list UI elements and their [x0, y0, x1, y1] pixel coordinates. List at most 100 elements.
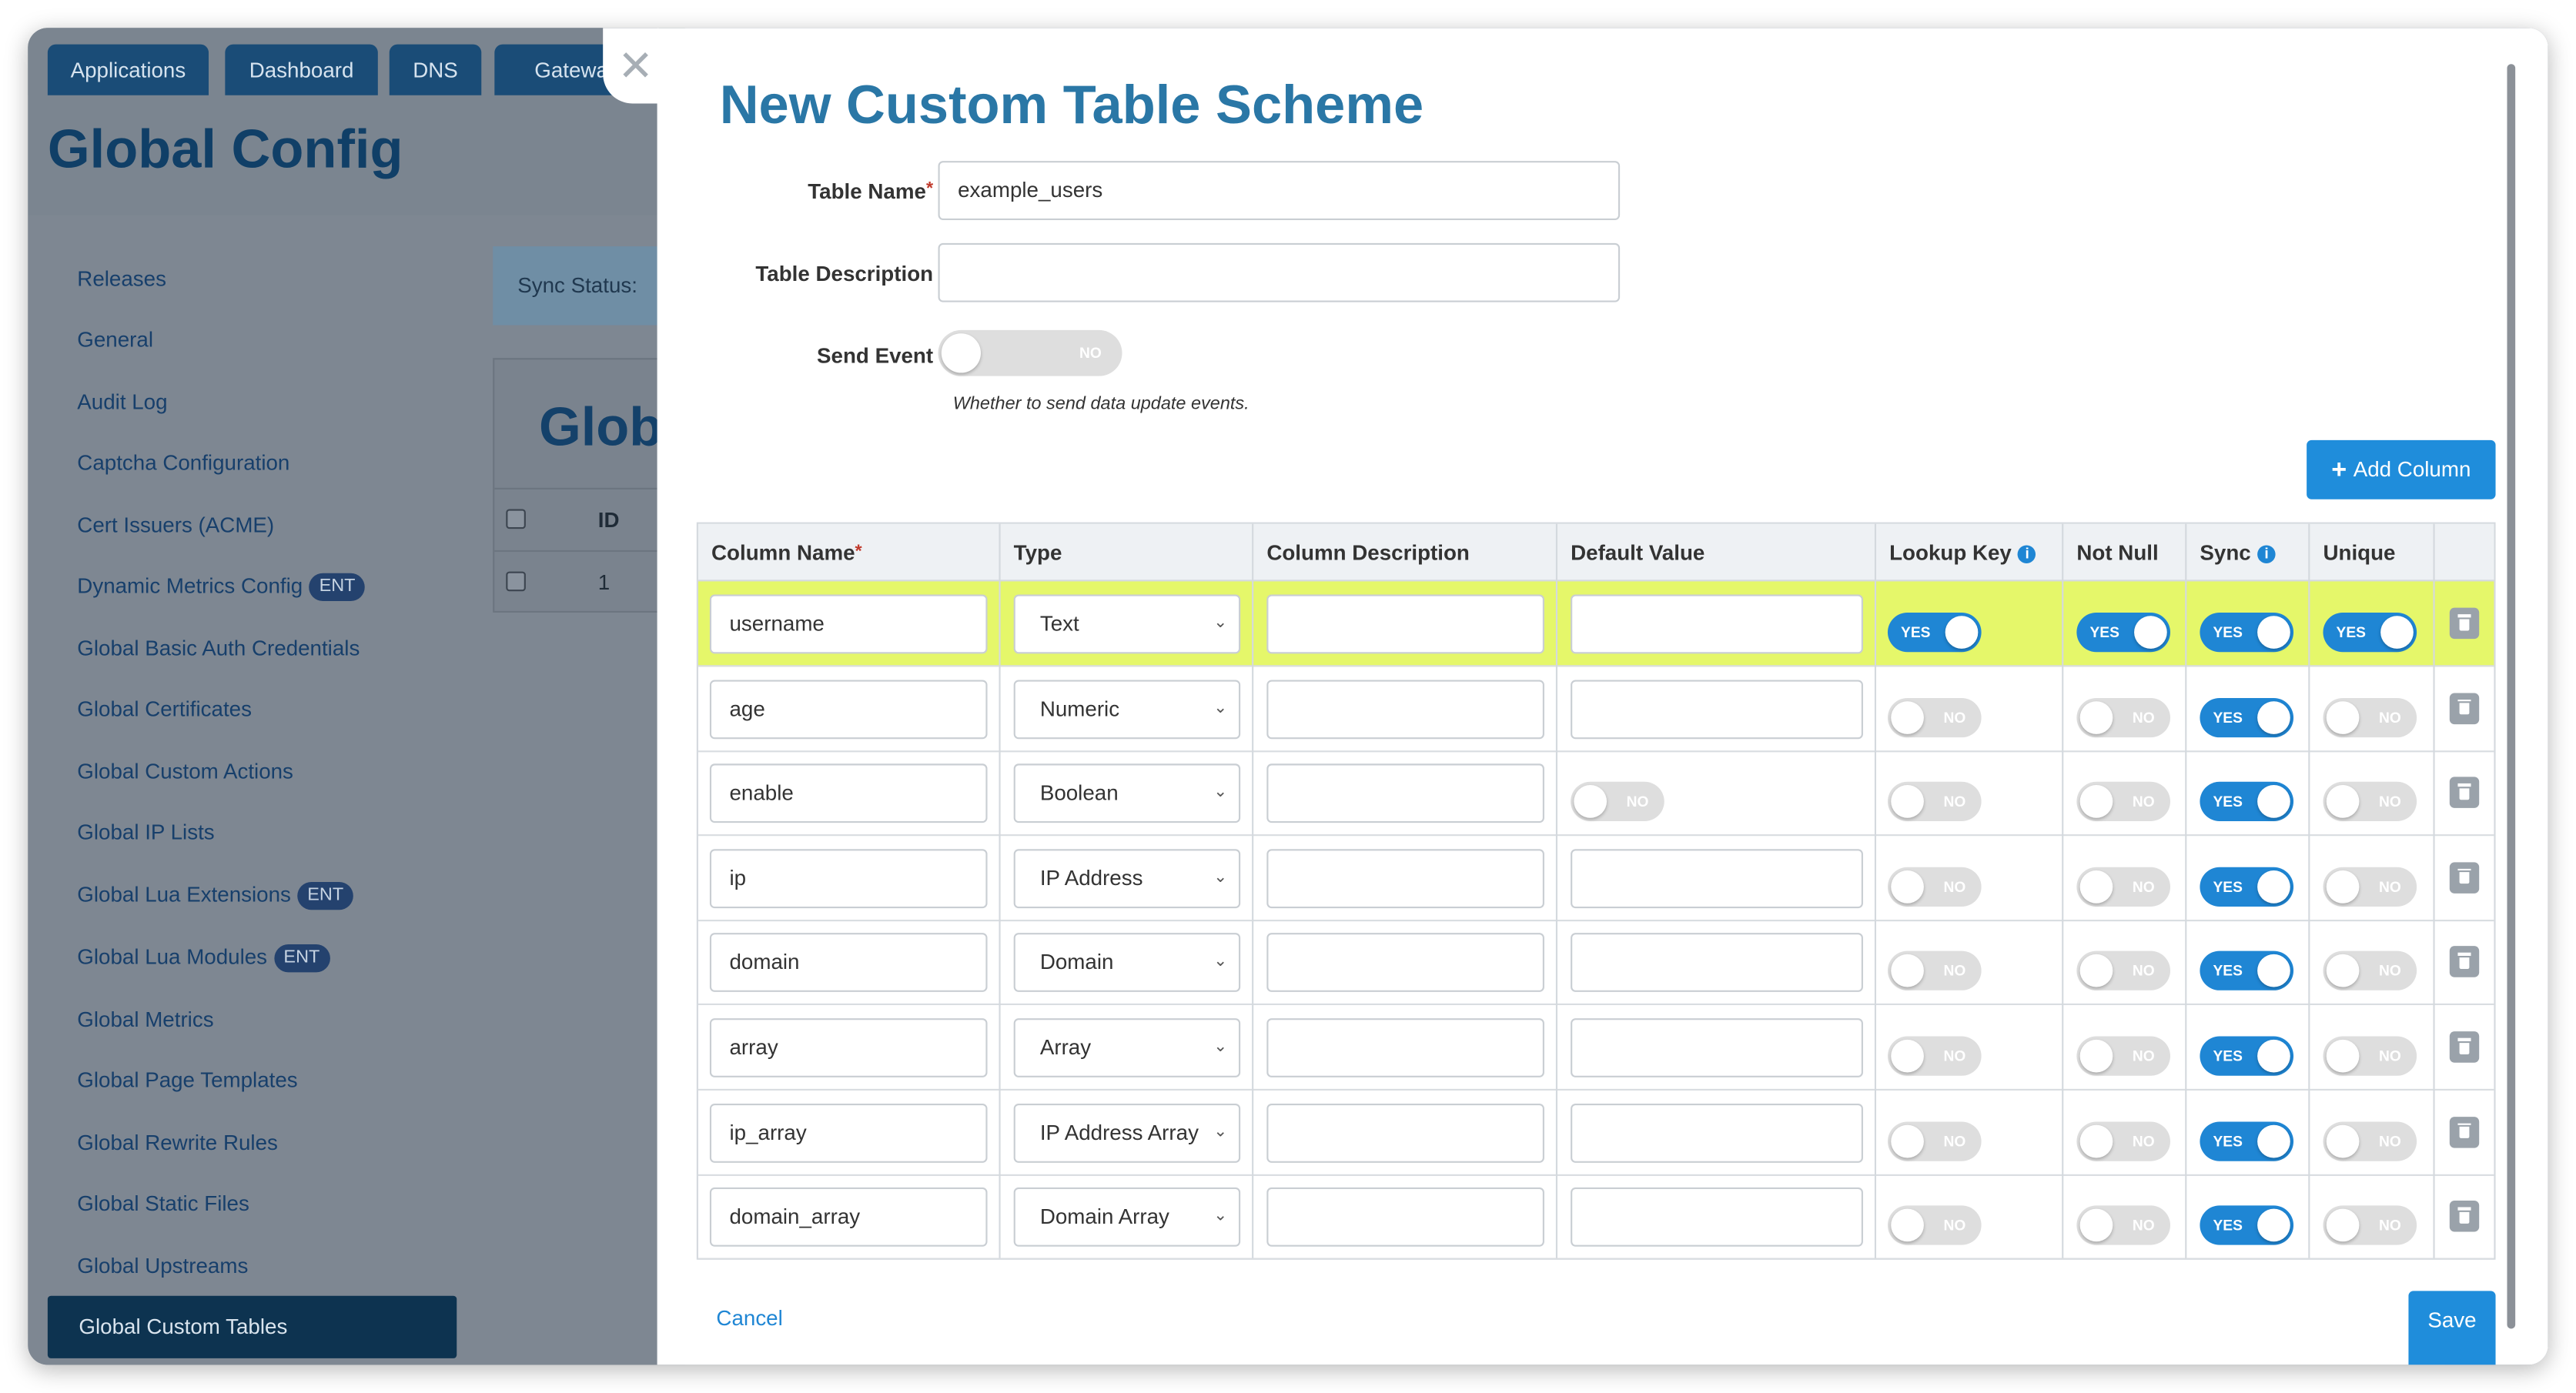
trash-icon[interactable]	[2449, 1116, 2480, 1147]
info-icon[interactable]: i	[2257, 545, 2276, 563]
column-description-input[interactable]	[1266, 1018, 1544, 1077]
boolean-toggle[interactable]: NO	[2323, 867, 2417, 907]
column-description-input[interactable]	[1266, 679, 1544, 739]
trash-icon[interactable]	[2449, 777, 2480, 809]
boolean-toggle[interactable]: NO	[1887, 782, 1982, 822]
boolean-toggle[interactable]: NO	[2323, 1036, 2417, 1076]
select-all-checkbox[interactable]	[506, 509, 526, 529]
column-type-select[interactable]: Text ⌄	[1013, 594, 1241, 654]
boolean-toggle[interactable]: NO	[2323, 951, 2417, 991]
send-event-toggle[interactable]: NO	[938, 329, 1122, 376]
trash-icon[interactable]	[2449, 947, 2480, 978]
tab-applications[interactable]: Applications	[47, 44, 209, 95]
default-value-input[interactable]	[1571, 679, 1863, 739]
tab-dns[interactable]: DNS	[389, 44, 482, 95]
sidebar-item-global-certificates[interactable]: Global Certificates	[77, 695, 252, 724]
column-type-select[interactable]: Numeric ⌄	[1013, 679, 1241, 739]
column-type-select[interactable]: IP Address ⌄	[1013, 848, 1241, 908]
column-name-input[interactable]: username	[709, 594, 988, 654]
sidebar-item-global-metrics[interactable]: Global Metrics	[77, 1005, 213, 1034]
boolean-toggle[interactable]: NO	[1887, 867, 1982, 907]
column-type-select[interactable]: Boolean ⌄	[1013, 763, 1241, 823]
scrollbar[interactable]	[2507, 64, 2516, 1329]
add-column-button[interactable]: + Add Column	[2307, 439, 2496, 499]
default-value-input[interactable]	[1571, 1103, 1863, 1163]
trash-icon[interactable]	[2449, 1031, 2480, 1063]
trash-icon[interactable]	[2449, 1201, 2480, 1232]
sidebar-item-global-page-templates[interactable]: Global Page Templates	[77, 1066, 297, 1095]
boolean-toggle[interactable]: NO	[2076, 867, 2171, 907]
default-value-input[interactable]	[1571, 1188, 1863, 1248]
column-description-input[interactable]	[1266, 1188, 1544, 1248]
boolean-toggle[interactable]: NO	[2076, 697, 2171, 737]
default-value-input[interactable]	[1571, 848, 1863, 908]
boolean-toggle[interactable]: NO	[2076, 951, 2171, 991]
cancel-button[interactable]: Cancel	[716, 1306, 782, 1331]
column-name-input[interactable]: ip_array	[709, 1103, 988, 1163]
boolean-toggle[interactable]: YES	[2200, 1205, 2294, 1245]
boolean-toggle[interactable]: YES	[2200, 951, 2294, 991]
boolean-toggle[interactable]: YES	[2200, 867, 2294, 907]
boolean-toggle[interactable]: YES	[2200, 1121, 2294, 1161]
boolean-toggle[interactable]: NO	[2323, 1121, 2417, 1161]
boolean-toggle[interactable]: NO	[1571, 782, 1664, 822]
column-name-input[interactable]: enable	[709, 763, 988, 823]
boolean-toggle[interactable]: YES	[2200, 1036, 2294, 1076]
boolean-toggle[interactable]: NO	[2323, 782, 2417, 822]
sidebar-item-audit-log[interactable]: Audit Log	[77, 388, 167, 417]
save-button[interactable]: Save	[2408, 1291, 2496, 1365]
info-icon[interactable]: i	[2018, 545, 2036, 563]
sidebar-item-global-lua-extensions[interactable]: Global Lua Extensions ENT	[77, 880, 354, 910]
boolean-toggle[interactable]: NO	[2076, 782, 2171, 822]
boolean-toggle[interactable]: YES	[2200, 697, 2294, 737]
column-name-input[interactable]: domain	[709, 933, 988, 993]
boolean-toggle[interactable]: YES	[2323, 612, 2417, 653]
boolean-toggle[interactable]: NO	[2076, 1205, 2171, 1245]
sidebar-item-global-ip-lists[interactable]: Global IP Lists	[77, 818, 214, 847]
boolean-toggle[interactable]: NO	[2076, 1036, 2171, 1076]
tab-dashboard[interactable]: Dashboard	[225, 44, 378, 95]
sidebar-item-global-lua-modules[interactable]: Global Lua Modules ENT	[77, 943, 330, 973]
sidebar-item-global-basic-auth-credentials[interactable]: Global Basic Auth Credentials	[77, 634, 360, 663]
trash-icon[interactable]	[2449, 692, 2480, 724]
row-checkbox[interactable]	[506, 571, 526, 592]
boolean-toggle[interactable]: NO	[2323, 1205, 2417, 1245]
sidebar-item-dynamic-metrics-config[interactable]: Dynamic Metrics Config ENT	[77, 572, 366, 602]
sidebar-item-captcha-configuration[interactable]: Captcha Configuration	[77, 449, 289, 478]
boolean-toggle[interactable]: NO	[1887, 1036, 1982, 1076]
column-type-select[interactable]: IP Address Array ⌄	[1013, 1103, 1241, 1163]
table-name-input[interactable]: example_users	[938, 161, 1621, 220]
column-description-input[interactable]	[1266, 1103, 1544, 1163]
boolean-toggle[interactable]: NO	[1887, 1205, 1982, 1245]
boolean-toggle[interactable]: YES	[1887, 612, 1982, 653]
column-type-select[interactable]: Array ⌄	[1013, 1018, 1241, 1077]
sidebar-item-global-static-files[interactable]: Global Static Files	[77, 1189, 249, 1218]
column-description-input[interactable]	[1266, 933, 1544, 993]
default-value-input[interactable]	[1571, 1018, 1863, 1077]
column-description-input[interactable]	[1266, 594, 1544, 654]
column-description-input[interactable]	[1266, 763, 1544, 823]
boolean-toggle[interactable]: NO	[1887, 697, 1982, 737]
default-value-input[interactable]	[1571, 594, 1863, 654]
sidebar-item-global-upstreams[interactable]: Global Upstreams	[77, 1251, 248, 1281]
boolean-toggle[interactable]: NO	[2076, 1121, 2171, 1161]
default-value-input[interactable]	[1571, 933, 1863, 993]
boolean-toggle[interactable]: NO	[2323, 697, 2417, 737]
column-name-input[interactable]: domain_array	[709, 1188, 988, 1248]
column-description-input[interactable]	[1266, 848, 1544, 908]
sidebar-item-cert-issuers-acme[interactable]: Cert Issuers (ACME)	[77, 511, 274, 540]
boolean-toggle[interactable]: YES	[2076, 612, 2171, 653]
column-type-select[interactable]: Domain Array ⌄	[1013, 1188, 1241, 1248]
column-type-select[interactable]: Domain ⌄	[1013, 933, 1241, 993]
close-icon[interactable]: ✕	[617, 45, 654, 87]
sidebar-item-general[interactable]: General	[77, 326, 153, 355]
column-name-input[interactable]: ip	[709, 848, 988, 908]
column-name-input[interactable]: array	[709, 1018, 988, 1077]
sidebar-item-releases[interactable]: Releases	[77, 265, 166, 294]
sidebar-item-global-rewrite-rules[interactable]: Global Rewrite Rules	[77, 1128, 278, 1157]
trash-icon[interactable]	[2449, 607, 2480, 640]
table-description-input[interactable]	[938, 242, 1621, 302]
boolean-toggle[interactable]: NO	[1887, 951, 1982, 991]
column-name-input[interactable]: age	[709, 679, 988, 739]
trash-icon[interactable]	[2449, 861, 2480, 894]
